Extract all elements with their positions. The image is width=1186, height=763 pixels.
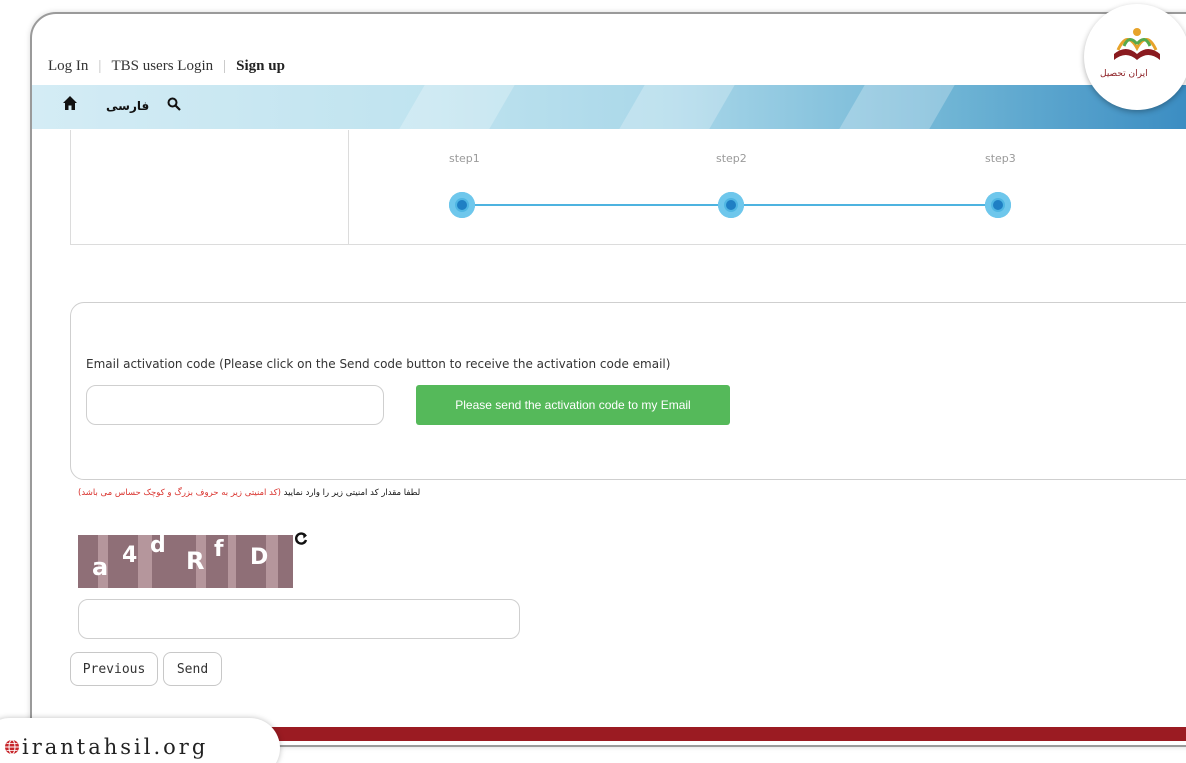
captcha-noise (228, 535, 236, 588)
step-2-label: step2 (716, 152, 747, 165)
captcha-instruction-text: لطفا مقدار کد امنیتی زیر را وارد نمایید (283, 488, 421, 498)
send-activation-code-button[interactable]: Please send the activation code to my Em… (416, 385, 730, 425)
bar-decoration (839, 85, 955, 129)
signup-link[interactable]: Sign up (236, 58, 285, 75)
login-link[interactable]: Log In (48, 58, 88, 75)
captcha-image: a 4 d R f D (78, 535, 293, 588)
email-activation-input[interactable] (86, 385, 384, 425)
step-3-dot (985, 192, 1011, 218)
home-icon[interactable] (62, 95, 78, 116)
language-link[interactable]: فارسی (106, 99, 149, 113)
book-icon (1114, 28, 1160, 60)
nav-separator: | (223, 57, 227, 74)
captcha-char: f (214, 537, 224, 562)
captcha-char: R (186, 547, 205, 575)
brand-logo-text: ایران تحصیل (1100, 69, 1148, 79)
watermark-text: irantahsil.org (22, 735, 209, 759)
captcha-input[interactable] (78, 599, 520, 639)
brand-logo (1084, 4, 1186, 110)
tbs-login-link[interactable]: TBS users Login (111, 58, 213, 75)
bar-decoration (619, 85, 735, 129)
top-navigation: Log In | TBS users Login | Sign up (48, 55, 285, 77)
captcha-char: d (150, 535, 166, 558)
main-menu-bar (32, 85, 1186, 129)
steps-divider (348, 130, 349, 245)
step-1-label: step1 (449, 152, 480, 165)
captcha-instruction: لطفا مقدار کد امنیتی زیر را وارد نمایید … (78, 488, 420, 498)
step-3-label: step3 (985, 152, 1016, 165)
send-button[interactable]: Send (163, 652, 222, 686)
captcha-char: a (92, 553, 109, 581)
refresh-icon[interactable] (293, 531, 309, 547)
captcha-case-note: (کد امنیتی زیر به حروف بزرگ و کوچک حساس … (78, 488, 281, 498)
email-activation-label: Email activation code (Please click on t… (86, 357, 671, 371)
frame-bottom-bar (160, 727, 1186, 741)
captcha-char: 4 (122, 543, 138, 568)
step-1-dot (449, 192, 475, 218)
captcha-char: D (250, 545, 269, 570)
globe-icon (4, 739, 20, 755)
steps-panel (70, 130, 1186, 245)
step-2-dot (718, 192, 744, 218)
nav-separator: | (98, 57, 102, 74)
previous-button[interactable]: Previous (70, 652, 158, 686)
bar-decoration (399, 85, 515, 129)
search-icon[interactable] (167, 96, 183, 112)
